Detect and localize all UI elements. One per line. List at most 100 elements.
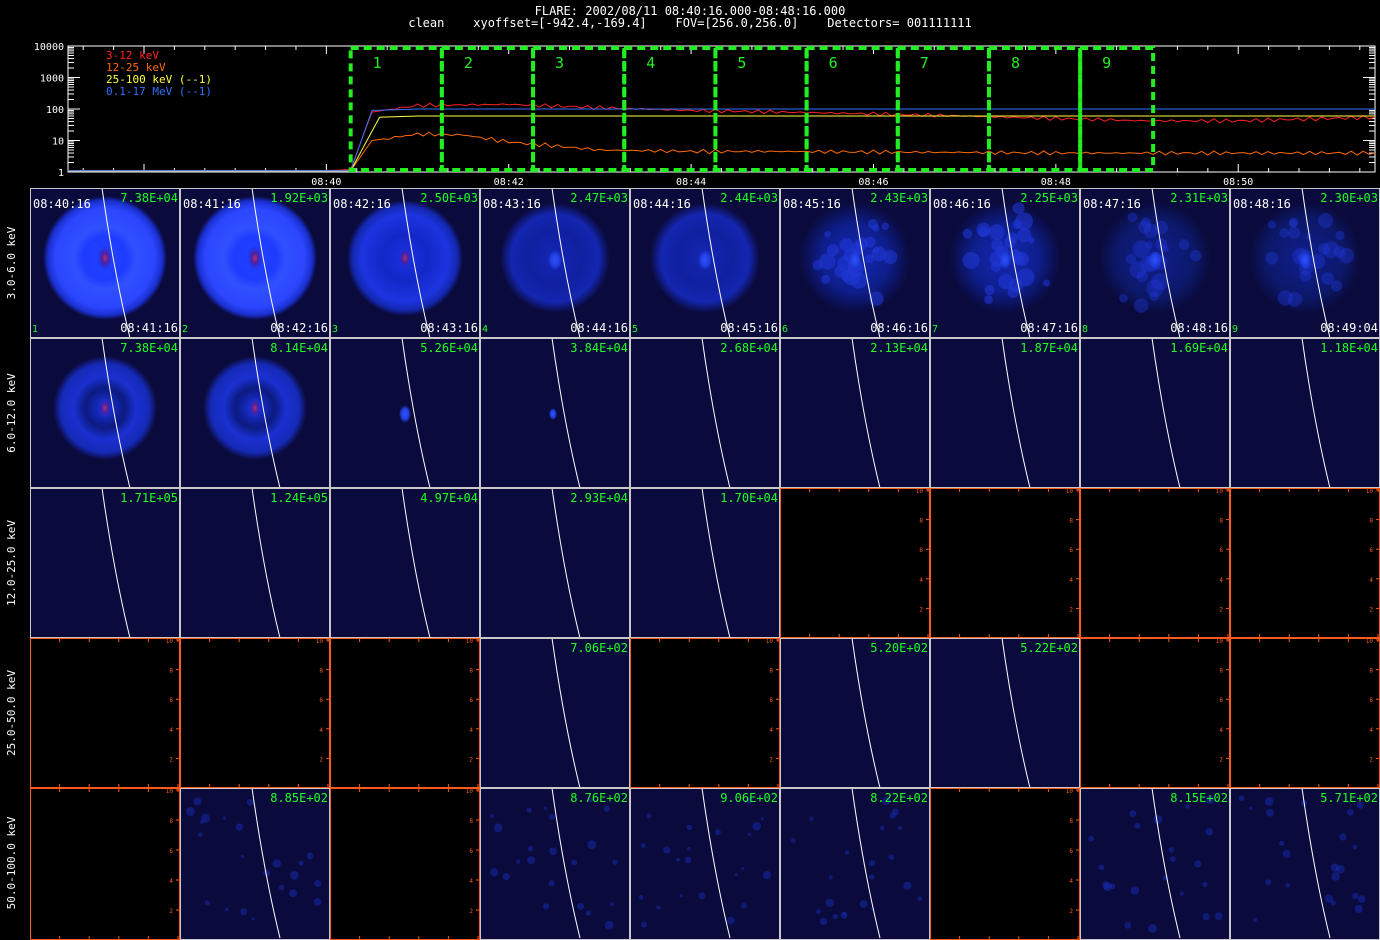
max-value-label: 8.22E+02 [870, 791, 928, 805]
start-time-label: 08:42:16 [333, 197, 391, 211]
noise-blob [868, 859, 876, 867]
image-cell: 2.30E+03 08:48:16 08:49:04 9 [1230, 187, 1380, 339]
image-cell: 2.31E+03 08:47:16 08:48:16 8 [1080, 187, 1230, 339]
noise-blob [278, 884, 285, 891]
noise-blob [604, 920, 614, 930]
noise-blob [976, 222, 991, 237]
empty-axis-tick-label: 2 [1369, 756, 1373, 763]
empty-axis-tick-label: 8 [469, 668, 473, 675]
empty-axis-tick-label: 10 [166, 788, 174, 795]
empty-axis-tick-label: 6 [1069, 848, 1073, 855]
image-cell: 2 4 6 8 10 [330, 788, 480, 940]
empty-axis-tick-label: 6 [769, 697, 773, 704]
row-energy-label: 50.0-100.0 keV [5, 816, 18, 909]
max-value-label: 2.13E+04 [870, 341, 928, 355]
max-value-label: 7.38E+04 [120, 191, 178, 205]
empty-axis-tick-label: 2 [1219, 756, 1223, 763]
max-value-label: 2.47E+03 [570, 191, 628, 205]
empty-axis-tick-label: 8 [1219, 518, 1223, 525]
empty-axis-tick-label: 10 [1066, 488, 1074, 495]
noise-blob [527, 856, 535, 865]
max-value-label: 7.06E+02 [570, 641, 628, 655]
empty-axis-tick-label: 4 [1069, 878, 1073, 885]
noise-blob [1149, 291, 1159, 301]
end-time-label: 08:46:16 [870, 321, 928, 335]
start-time-label: 08:48:16 [1233, 197, 1291, 211]
noise-blob [1352, 892, 1359, 900]
source-core [399, 405, 411, 423]
empty-axis-tick-label: 4 [1219, 727, 1223, 734]
noise-blob [1124, 921, 1132, 929]
image-cell: 7.38E+04 08:40:16 08:41:16 1 [30, 187, 180, 339]
noise-blob [752, 821, 762, 831]
row-energy-label: 3.0-6.0 keV [5, 226, 18, 299]
empty-panel [630, 638, 780, 788]
noise-blob [489, 813, 494, 819]
noise-blob [571, 859, 578, 866]
empty-axis-tick-label: 10 [466, 638, 474, 645]
noise-blob [741, 866, 745, 870]
noise-blob [493, 823, 503, 833]
source-core [247, 245, 263, 271]
noise-blob [272, 859, 281, 868]
noise-blob [1289, 217, 1299, 228]
noise-blob [903, 881, 912, 890]
empty-panel [30, 788, 180, 940]
source-core [698, 250, 712, 270]
noise-blob [1238, 795, 1245, 802]
image-cell: 2 4 6 8 10 [30, 638, 180, 788]
image-cell: 2.13E+04 [780, 337, 930, 489]
empty-axis-tick-label: 6 [319, 697, 323, 704]
noise-blob [1168, 847, 1175, 853]
noise-blob [1043, 279, 1051, 287]
noise-blob [313, 898, 322, 906]
empty-axis-tick-label: 2 [319, 756, 323, 763]
image-cell: 9.06E+02 [630, 787, 780, 940]
image-cell: 1.18E+04 [1230, 337, 1380, 489]
noise-blob [686, 824, 693, 831]
empty-axis-tick-label: 8 [1219, 668, 1223, 675]
noise-blob [1354, 904, 1363, 914]
noise-blob [489, 868, 499, 877]
interval-number-label: 9 [1232, 324, 1238, 335]
image-cell: 5.20E+02 [780, 637, 930, 789]
noise-blob [1277, 290, 1293, 306]
empty-axis-tick-label: 4 [1069, 577, 1073, 584]
image-cell: 8.22E+02 [780, 787, 930, 940]
noise-blob [687, 846, 691, 851]
noise-blob [1179, 891, 1184, 896]
noise-blob [298, 860, 304, 866]
noise-blob [1331, 872, 1340, 881]
noise-blob [1330, 863, 1339, 872]
empty-panel [180, 638, 330, 788]
empty-panel [330, 638, 480, 788]
max-value-label: 8.85E+02 [270, 791, 328, 805]
end-time-label: 08:48:16 [1170, 321, 1228, 335]
max-value-label: 8.14E+04 [270, 341, 328, 355]
noise-blob [1324, 894, 1333, 903]
empty-axis-tick-label: 8 [469, 818, 473, 825]
noise-blob [222, 816, 226, 820]
empty-axis-tick-label: 8 [319, 668, 323, 675]
interval-number-label: 7 [932, 324, 938, 335]
start-time-label: 08:41:16 [183, 197, 241, 211]
max-value-label: 8.15E+02 [1170, 791, 1228, 805]
empty-axis-tick-label: 6 [169, 848, 173, 855]
max-value-label: 5.22E+02 [1020, 641, 1078, 655]
noise-blob [1205, 827, 1214, 836]
noise-blob [1318, 243, 1330, 255]
noise-blob [290, 870, 299, 880]
empty-axis-tick-label: 4 [169, 727, 173, 734]
noise-blob [289, 889, 298, 898]
noise-blob [527, 845, 534, 852]
noise-blob [577, 902, 585, 910]
start-time-label: 08:44:16 [633, 197, 691, 211]
noise-blob [1252, 917, 1258, 923]
noise-blob [760, 817, 764, 821]
empty-axis-tick-label: 10 [1366, 488, 1374, 495]
source-core [849, 251, 861, 269]
noise-blob [1130, 886, 1140, 895]
noise-blob [1119, 293, 1128, 303]
noise-blob [246, 798, 254, 806]
empty-axis-tick-label: 2 [169, 908, 173, 915]
